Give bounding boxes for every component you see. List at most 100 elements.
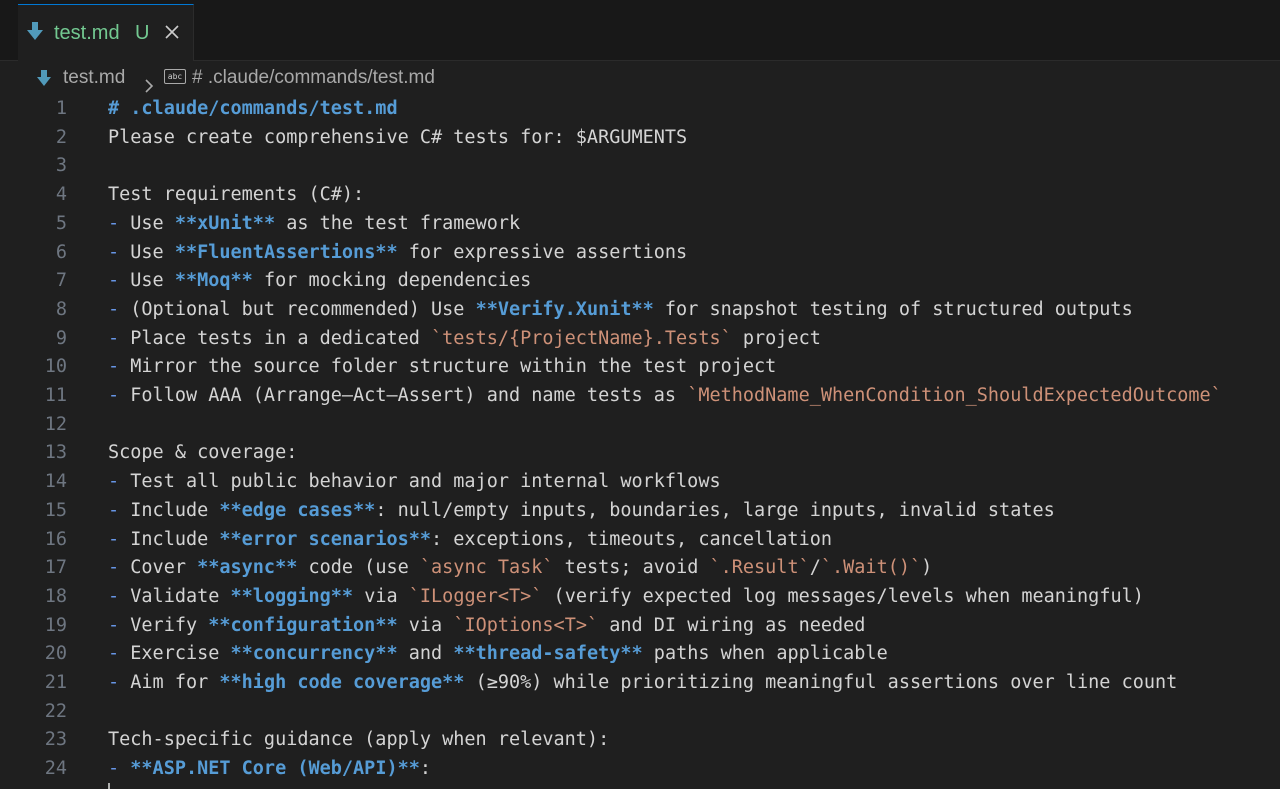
markdown-download-icon [36,68,52,88]
code-line[interactable]: 13 Scope & coverage: [0,439,1280,468]
plain-text: Use [119,212,175,234]
bold-text: **configuration** [208,614,398,636]
list-bullet: - [108,471,120,493]
code-line[interactable]: 1 # .claude/commands/test.md [0,95,1280,124]
list-bullet: - [108,212,120,234]
code-line[interactable]: 18 - Validate **logging** via `ILogger<T>… [0,583,1280,612]
text-cursor [108,783,110,789]
code-line[interactable]: 6 - Use **FluentAssertions** for expressi… [0,239,1280,268]
plain-text: Use [119,241,175,263]
line-number: 22 [44,700,67,722]
plain-text: for mocking dependencies [252,270,532,292]
line-number: 13 [44,442,67,464]
plain-text: project [731,327,821,349]
plain-text: (Optional but recommended) Use [119,298,476,320]
breadcrumb: test.md abc # .claude/commands/test.md [0,62,1280,94]
plain-text: : null/empty inputs, boundaries, large i… [375,499,1055,521]
plain-text: tests; avoid [553,557,710,579]
line-number: 24 [44,758,67,780]
line-content: - Verify **configuration** via `IOptions… [108,612,865,641]
line-content: - Cover **async** code (use `async Task`… [108,554,932,583]
bold-text: **xUnit** [174,212,276,234]
line-number: 3 [55,155,67,177]
inline-code: `MethodName_WhenCondition_ShouldExpected… [687,385,1222,406]
breadcrumb-file[interactable]: test.md [63,62,125,94]
list-bullet: - [108,270,120,292]
bold-text: **FluentAssertions** [174,241,398,263]
list-bullet: - [108,298,120,320]
code-line[interactable]: 17 - Cover **async** code (use `async Tas… [0,554,1280,583]
code-line[interactable]: 9 - Place tests in a dedicated `tests/{Pr… [0,325,1280,354]
plain-text: Aim for [119,672,220,693]
code-line[interactable]: 19 - Verify **configuration** via `IOptio… [0,612,1280,641]
plain-text: Scope & coverage: [108,442,298,464]
code-line[interactable]: 16 - Include **error scenarios**: excepti… [0,526,1280,555]
list-bullet: - [108,643,120,665]
line-number: 4 [55,184,67,206]
plain-text: Exercise [119,643,231,665]
plain-text: and [397,643,454,665]
line-number: 11 [44,385,67,406]
line-number: 21 [44,672,67,693]
code-line[interactable]: 20 - Exercise **concurrency** and **threa… [0,640,1280,669]
line-number: 7 [55,270,67,292]
bold-text: **error scenarios** [219,528,432,550]
line-content: Scope & coverage: [108,439,297,468]
line-number: 14 [44,471,67,493]
bold-text: **Verify.Xunit** [475,298,654,320]
plain-text: for expressive assertions [397,241,688,263]
plain-text: : exceptions, timeouts, cancellation [431,528,832,550]
line-number: 16 [44,528,67,550]
code-line[interactable]: 3 [0,152,1280,181]
line-content: - Validate **logging** via `ILogger<T>` … [108,583,1144,612]
plain-text: ) [921,557,933,579]
plain-text [119,758,130,779]
plain-text: Place tests in a dedicated [119,327,432,349]
line-number: 1 [55,98,67,119]
close-icon[interactable] [164,24,180,40]
line-content: - Follow AAA (Arrange–Act–Assert) and na… [108,382,1222,411]
code-line[interactable]: 23 Tech-specific guidance (apply when rel… [0,726,1280,755]
plain-text: Verify [119,614,209,636]
code-line[interactable]: 14 - Test all public behavior and major i… [0,468,1280,497]
editor-text-area[interactable]: 1 # .claude/commands/test.md 2 Please creat… [0,95,1280,787]
code-line[interactable]: 21 - Aim for **high code coverage** (≥90%… [0,669,1280,698]
plain-text: (verify expected log messages/levels whe… [542,585,1144,607]
chevron-right-icon [144,72,154,93]
code-line[interactable]: 4 Test requirements (C#): [0,181,1280,210]
code-line[interactable]: 22 [0,698,1280,727]
line-content: - Use **FluentAssertions** for expressiv… [108,239,687,268]
line-number: 23 [44,729,67,751]
plain-text: : [419,758,432,780]
line-content: Please create comprehensive C# tests for… [108,124,687,153]
editor-tab[interactable]: test.md U [18,4,194,61]
plain-text: and DI wiring as needed [598,614,866,636]
code-line[interactable]: 15 - Include **edge cases**: null/empty i… [0,497,1280,526]
code-line[interactable]: 7 - Use **Moq** for mocking dependencies [0,267,1280,296]
code-line[interactable]: 10 - Mirror the source folder structure w… [0,353,1280,382]
plain-text: Follow AAA (Arrange–Act–Assert) and name… [119,385,688,406]
bold-text: **thread-safety** [453,643,643,665]
line-content: - Mirror the source folder structure wit… [108,353,776,382]
code-line[interactable]: 12 [0,411,1280,440]
line-content: - **ASP.NET Core (Web/API)**: [108,755,431,784]
code-line[interactable]: 8 - (Optional but recommended) Use **Veri… [0,296,1280,325]
plain-text: Tech-specific guidance (apply when relev… [108,729,610,751]
line-number: 19 [44,614,67,636]
inline-code: `.Result` [709,557,810,579]
code-line[interactable]: 11 - Follow AAA (Arrange–Act–Assert) and … [0,382,1280,411]
list-bullet: - [108,385,120,406]
markdown-download-icon [26,21,44,43]
code-line[interactable]: 24 - **ASP.NET Core (Web/API)**: [0,755,1280,784]
git-untracked-badge: U [135,22,150,44]
plain-text: Cover [119,557,198,579]
code-line[interactable]: 2 Please create comprehensive C# tests fo… [0,124,1280,153]
line-content: # .claude/commands/test.md [108,95,398,124]
line-content: - Use **Moq** for mocking dependencies [108,267,531,296]
plain-text: Include [119,528,220,550]
breadcrumb-symbol[interactable]: # .claude/commands/test.md [192,62,435,94]
plain-text: Include [119,499,220,521]
plain-text: Validate [119,585,231,607]
list-bullet: - [108,585,120,607]
code-line[interactable]: 5 - Use **xUnit** as the test framework [0,210,1280,239]
